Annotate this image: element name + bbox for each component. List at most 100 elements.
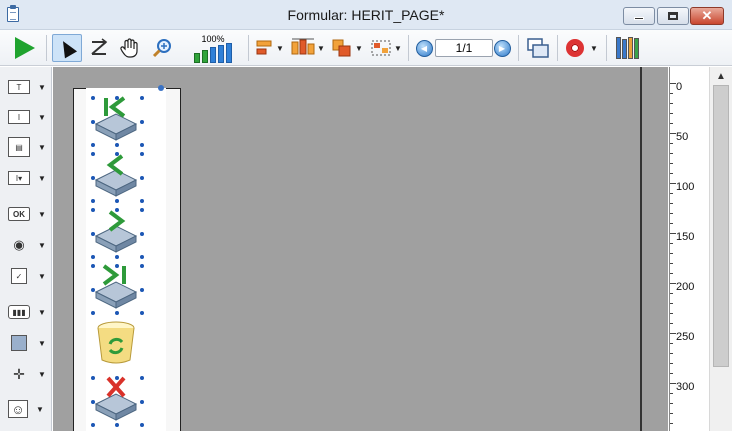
previous-record-button[interactable] [90, 150, 142, 198]
title-bar: Formular: HERIT_PAGE* ✕ [0, 0, 732, 30]
zoom-tool-button[interactable] [148, 34, 176, 62]
minimize-button[interactable] [623, 7, 655, 25]
chevron-down-icon: ▼ [38, 240, 46, 250]
toolbar-separator [408, 35, 409, 61]
chevron-down-icon: ▼ [38, 112, 46, 122]
ruler-label: 100 [676, 181, 695, 193]
prev-page-icon: ◀ [415, 39, 433, 57]
toolbar-separator [518, 35, 519, 61]
toolbar-separator [557, 35, 558, 61]
chevron-down-icon: ▼ [38, 142, 46, 152]
chevron-down-icon: ▼ [276, 43, 284, 53]
combo-box-tool[interactable]: I▾ ▼ [8, 166, 48, 190]
list-box-tool[interactable]: ▤ ▼ [8, 135, 48, 159]
page-indicator: 1/1 [435, 34, 493, 62]
chevron-down-icon: ▼ [38, 271, 46, 281]
maximize-button[interactable] [657, 7, 689, 25]
play-icon [15, 37, 35, 59]
chevron-down-icon: ▼ [317, 43, 325, 53]
grid-select-button[interactable]: ▼ [368, 34, 404, 62]
recycle-bin-icon [97, 321, 135, 364]
input-field-icon: I [8, 110, 30, 124]
pointer-tool-button[interactable] [52, 34, 82, 62]
first-record-button[interactable] [90, 94, 142, 142]
next-record-button[interactable] [90, 206, 142, 254]
chevron-down-icon: ▼ [38, 82, 46, 92]
minimize-icon [634, 17, 644, 20]
radio-button-tool[interactable]: ◉ ▼ [8, 233, 48, 257]
cancel-button[interactable] [92, 318, 144, 366]
tab-order-tool-button[interactable] [86, 34, 112, 62]
splitter-icon: ✛ [13, 365, 25, 382]
maximize-icon [668, 12, 678, 20]
previous-page-button[interactable]: ◀ [414, 34, 434, 62]
toolbar-separator [248, 35, 249, 61]
zoom-level-label: 100% [201, 34, 225, 44]
run-form-button[interactable] [10, 34, 40, 62]
text-object-tool[interactable]: T ▼ [8, 75, 48, 99]
help-lifebuoy-icon [566, 39, 585, 57]
page-resize-handle[interactable] [158, 85, 164, 91]
splitter-tool[interactable]: ✛ ▼ [8, 362, 48, 386]
next-page-icon: ▶ [493, 39, 511, 57]
check-box-icon: ✓ [11, 268, 27, 284]
vertical-ruler: 0 50 100 150 200 250 300 [669, 67, 709, 431]
windows-button[interactable] [523, 34, 553, 62]
next-page-button[interactable]: ▶ [492, 34, 512, 62]
list-box-icon: ▤ [8, 137, 30, 157]
input-field-tool[interactable]: I ▼ [8, 105, 48, 129]
close-button[interactable]: ✕ [690, 7, 724, 25]
object-palette: T ▼ I ▼ ▤ ▼ I▾ ▼ OK ▼ ◉ ▼ ✓ ▼ ▮▮▮ ▼ ▼ ✛ ▼ ☺ ▼ [0, 67, 52, 431]
toolbar: 100% ▼ ▼ ▼ ▼ ◀ 1/1 ▶ ▼ [0, 30, 732, 66]
database-first-record-icon [94, 96, 138, 141]
database-delete-icon [94, 376, 138, 421]
help-button[interactable]: ▼ [562, 34, 602, 62]
plugin-area-icon: ☺ [8, 400, 28, 418]
vertical-scrollbar[interactable]: ▲ [709, 67, 732, 431]
layer-order-button[interactable]: ▼ [330, 34, 364, 62]
layer-icon [332, 39, 351, 57]
ruler-label: 50 [676, 131, 689, 143]
pointer-icon [56, 37, 78, 59]
library-button[interactable] [612, 34, 642, 62]
distribute-button[interactable]: ▼ [290, 34, 326, 62]
chevron-down-icon: ▼ [38, 307, 46, 317]
hand-tool-button[interactable] [116, 34, 144, 62]
database-next-icon [94, 210, 138, 253]
combo-box-icon: I▾ [8, 171, 30, 185]
scroll-up-icon[interactable]: ▲ [716, 71, 726, 82]
windows-icon [527, 38, 549, 58]
chevron-down-icon: ▼ [38, 369, 46, 379]
ruler-label: 150 [676, 231, 695, 243]
align-icon [256, 40, 272, 55]
chevron-down-icon: ▼ [38, 173, 46, 183]
chevron-down-icon: ▼ [38, 209, 46, 219]
plugin-area-tool[interactable]: ☺ ▼ [8, 397, 48, 421]
database-last-record-icon [94, 264, 138, 309]
button-tool[interactable]: OK ▼ [8, 202, 48, 226]
distribute-icon [291, 38, 315, 55]
canvas-margin [642, 67, 668, 431]
check-box-tool[interactable]: ✓ ▼ [8, 264, 48, 288]
scrollbar-thumb[interactable] [713, 85, 729, 367]
hand-icon [120, 38, 138, 58]
chevron-down-icon: ▼ [355, 43, 363, 53]
delete-record-button[interactable] [90, 374, 142, 422]
last-record-button[interactable] [90, 262, 142, 310]
radio-button-icon: ◉ [13, 237, 25, 252]
toolbar-separator [606, 35, 607, 61]
ruler-label: 300 [676, 381, 695, 393]
library-icon [615, 37, 639, 59]
progress-indicator-tool[interactable]: ▮▮▮ ▼ [8, 300, 48, 324]
ruler-label: 200 [676, 281, 695, 293]
toolbar-separator [46, 35, 47, 61]
chevron-down-icon: ▼ [590, 43, 598, 53]
progress-indicator-icon: ▮▮▮ [8, 305, 30, 319]
tab-order-icon [91, 38, 108, 55]
zoom-level-control[interactable]: 100% [182, 34, 244, 63]
database-previous-icon [94, 154, 138, 197]
align-button[interactable]: ▼ [252, 34, 286, 62]
rectangle-tool[interactable]: ▼ [8, 331, 48, 355]
close-icon: ✕ [701, 8, 713, 23]
zoom-bars-icon [194, 43, 232, 63]
